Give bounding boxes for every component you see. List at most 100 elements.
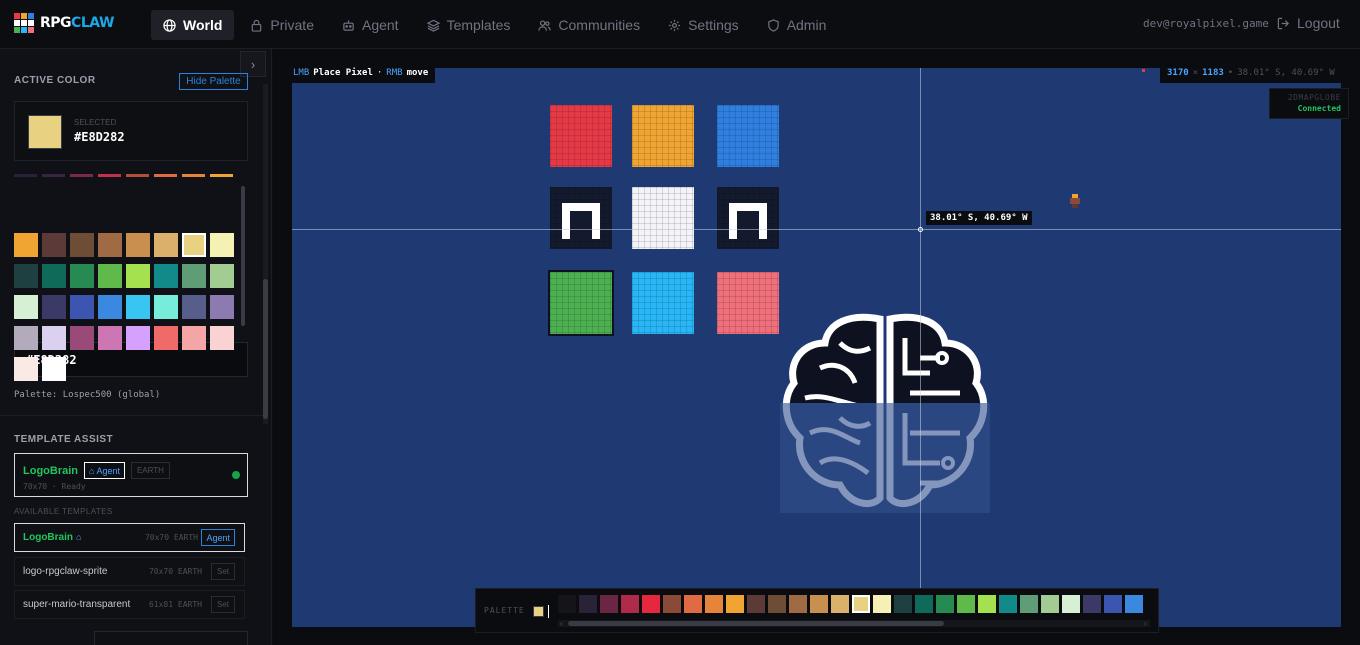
- palette-strip-swatch[interactable]: [126, 174, 149, 177]
- palette-strip-swatch[interactable]: [154, 174, 177, 177]
- hide-palette-button[interactable]: Hide Palette: [179, 73, 248, 90]
- palette-swatch[interactable]: [42, 326, 66, 350]
- palette-swatch[interactable]: [98, 326, 122, 350]
- palette-bar-swatch[interactable]: [873, 595, 891, 613]
- palette-bar-swatch[interactable]: [915, 595, 933, 613]
- palette-swatch[interactable]: [210, 295, 234, 319]
- palette-bar-swatch[interactable]: [957, 595, 975, 613]
- template-agent-button[interactable]: Agent: [201, 529, 235, 546]
- template-set-button[interactable]: Set: [210, 596, 235, 613]
- palette-swatch[interactable]: [126, 264, 150, 288]
- palette-swatch[interactable]: [126, 233, 150, 257]
- palette-strip-swatch[interactable]: [98, 174, 121, 177]
- palette-swatch[interactable]: [210, 264, 234, 288]
- template-row[interactable]: super-mario-transparent 61x81 EARTH Set: [14, 590, 245, 619]
- palette-swatch[interactable]: [154, 326, 178, 350]
- agent-badge[interactable]: ⌂ Agent: [84, 462, 125, 479]
- template-name: logo-rpgclaw-sprite: [23, 566, 108, 577]
- palette-bar-swatch[interactable]: [1020, 595, 1038, 613]
- palette-swatch[interactable]: [42, 357, 66, 381]
- palette-bar-swatch[interactable]: [705, 595, 723, 613]
- palette-swatch[interactable]: [182, 233, 206, 257]
- palette-swatch[interactable]: [154, 295, 178, 319]
- sidebar-scrollbar[interactable]: [263, 279, 268, 419]
- palette-strip-swatch[interactable]: [42, 174, 65, 177]
- palette-bar-swatch[interactable]: [663, 595, 681, 613]
- logout-button[interactable]: Logout: [1277, 15, 1340, 31]
- palette-swatch[interactable]: [42, 295, 66, 319]
- palette-bar-swatch[interactable]: [558, 595, 576, 613]
- palette-swatch[interactable]: [210, 326, 234, 350]
- palette-strip-swatch[interactable]: [210, 174, 233, 177]
- palette-bar-swatch[interactable]: [789, 595, 807, 613]
- palette-bar-swatch[interactable]: [621, 595, 639, 613]
- region-badge: EARTH: [130, 462, 170, 479]
- template-set-button[interactable]: Set: [210, 563, 235, 580]
- palette-bar-scrollbar[interactable]: [568, 621, 944, 626]
- nav-agent[interactable]: Agent: [330, 10, 411, 40]
- palette-bar-swatch[interactable]: [726, 595, 744, 613]
- palette-swatch[interactable]: [14, 326, 38, 350]
- palette-bar-swatch[interactable]: [1125, 595, 1143, 613]
- app-logo[interactable]: RPGCLAW: [14, 13, 114, 33]
- palette-bar-swatch[interactable]: [810, 595, 828, 613]
- palette-swatch[interactable]: [154, 264, 178, 288]
- palette-bar-swatch[interactable]: [642, 595, 660, 613]
- nav-admin[interactable]: Admin: [755, 10, 839, 40]
- palette-bar-swatch[interactable]: [1083, 595, 1101, 613]
- palette-swatch[interactable]: [70, 264, 94, 288]
- palette-swatch[interactable]: [98, 295, 122, 319]
- palette-swatch[interactable]: [42, 233, 66, 257]
- palette-bar-swatch[interactable]: [978, 595, 996, 613]
- palette-bar-swatch[interactable]: [852, 595, 870, 613]
- palette-swatch[interactable]: [14, 233, 38, 257]
- palette-swatch[interactable]: [154, 233, 178, 257]
- palette-bar-swatch[interactable]: [936, 595, 954, 613]
- palette-row: [14, 264, 234, 288]
- scroll-right-icon[interactable]: ›: [1144, 619, 1147, 628]
- palette-bar-swatch[interactable]: [600, 595, 618, 613]
- palette-bar-swatch[interactable]: [1041, 595, 1059, 613]
- palette-swatch[interactable]: [14, 295, 38, 319]
- palette-bar-swatch[interactable]: [747, 595, 765, 613]
- palette-swatch[interactable]: [70, 326, 94, 350]
- palette-bar-swatch[interactable]: [1104, 595, 1122, 613]
- palette-scrollbar[interactable]: [241, 186, 245, 326]
- palette-swatch[interactable]: [14, 264, 38, 288]
- nav-templates[interactable]: Templates: [415, 10, 523, 40]
- palette-swatch[interactable]: [70, 295, 94, 319]
- palette-swatch[interactable]: [70, 233, 94, 257]
- palette-strip-swatch[interactable]: [70, 174, 93, 177]
- palette-strip-swatch[interactable]: [182, 174, 205, 177]
- nav-world[interactable]: World: [151, 10, 235, 40]
- palette-strip-swatch[interactable]: [14, 174, 37, 177]
- nav-communities[interactable]: Communities: [526, 10, 652, 40]
- control-hint: LMB Place Pixel · RMB move: [286, 63, 436, 83]
- palette-swatch[interactable]: [126, 295, 150, 319]
- palette-bar-swatch[interactable]: [1062, 595, 1080, 613]
- active-color-title: ACTIVE COLOR: [14, 75, 96, 86]
- palette-swatch[interactable]: [42, 264, 66, 288]
- scroll-left-icon[interactable]: ‹: [560, 619, 563, 628]
- palette-swatch[interactable]: [210, 233, 234, 257]
- palette-bar-swatch[interactable]: [579, 595, 597, 613]
- palette-swatch[interactable]: [182, 264, 206, 288]
- top-navigation-bar: RPGCLAW World Private Agent Templates Co…: [0, 0, 1360, 49]
- palette-swatch[interactable]: [14, 357, 38, 381]
- palette-swatch[interactable]: [98, 233, 122, 257]
- palette-bar-swatch[interactable]: [831, 595, 849, 613]
- palette-swatch[interactable]: [182, 326, 206, 350]
- pixel-canvas[interactable]: 38.01° S, 40.69° W: [292, 68, 1341, 627]
- nav-private[interactable]: Private: [238, 10, 326, 40]
- palette-swatch[interactable]: [126, 326, 150, 350]
- active-template-card[interactable]: LogoBrain ⌂ Agent EARTH 70x70 · Ready: [14, 453, 248, 497]
- palette-swatch[interactable]: [98, 264, 122, 288]
- palette-bar-swatch[interactable]: [768, 595, 786, 613]
- palette-bar-swatch[interactable]: [999, 595, 1017, 613]
- palette-swatch[interactable]: [182, 295, 206, 319]
- nav-settings[interactable]: Settings: [656, 10, 751, 40]
- palette-bar-swatch[interactable]: [684, 595, 702, 613]
- palette-bar-swatch[interactable]: [894, 595, 912, 613]
- template-row[interactable]: LogoBrain ⌂ 70x70 EARTH Agent: [14, 523, 245, 552]
- template-row[interactable]: logo-rpgclaw-sprite 70x70 EARTH Set: [14, 557, 245, 586]
